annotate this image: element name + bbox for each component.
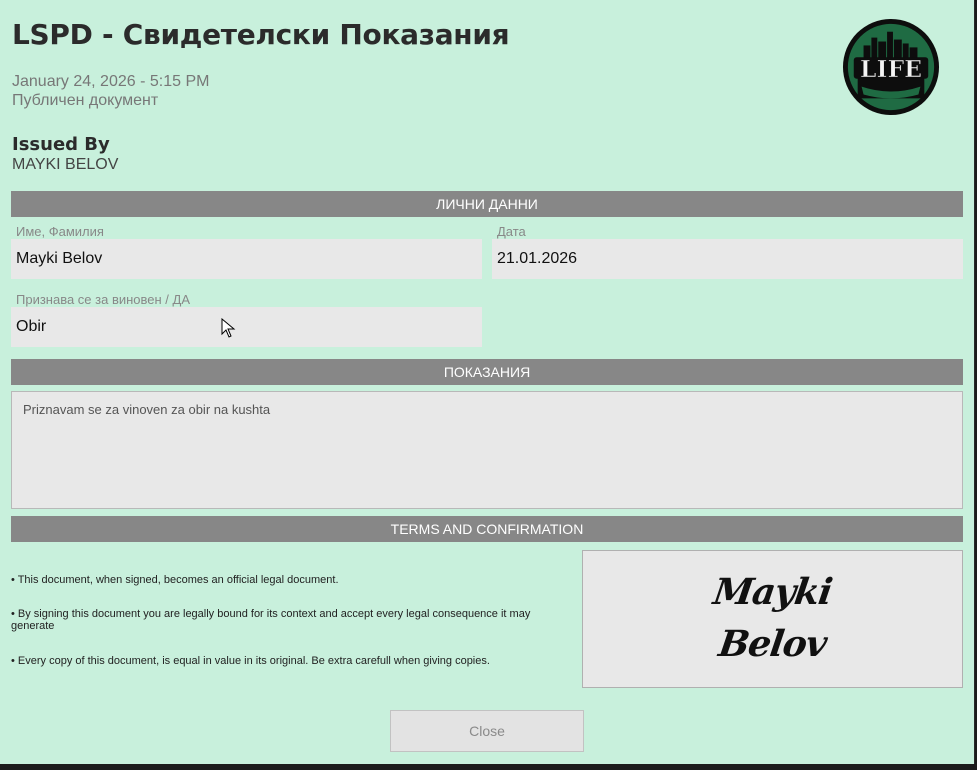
guilty-field-label: Признава се за виновен / ДА: [16, 292, 191, 307]
date-field[interactable]: 21.01.2026: [492, 239, 963, 279]
section-personal-data: ЛИЧНИ ДАННИ: [11, 191, 963, 217]
term-item: • Every copy of this document, is equal …: [11, 655, 490, 667]
term-item: • This document, when signed, becomes an…: [11, 574, 339, 586]
logo-text: LIFE: [860, 55, 922, 83]
guilty-field[interactable]: Obir: [11, 307, 482, 347]
name-field-label: Име, Фамилия: [16, 224, 104, 239]
issued-by-label: Issued By: [12, 134, 110, 155]
document-sheet: LSPD - Свидетелски Показания January 24,…: [0, 0, 975, 764]
life-logo: LIFE: [842, 18, 940, 116]
name-field[interactable]: Mayki Belov: [11, 239, 482, 279]
close-button[interactable]: Close: [390, 710, 584, 752]
issued-by-name: MAYKI BELOV: [12, 156, 119, 173]
document-type: Публичен документ: [12, 92, 159, 109]
signature-first-name: Mayki: [710, 571, 835, 613]
section-terms: TERMS AND CONFIRMATION: [11, 516, 963, 542]
mouse-cursor-icon: [221, 318, 236, 338]
signature-box[interactable]: Mayki Belov: [582, 550, 963, 688]
document-datetime: January 24, 2026 - 5:15 PM: [12, 73, 210, 90]
testimony-textarea[interactable]: Priznavam se za vinoven za obir na kusht…: [11, 391, 963, 509]
term-item: • By signing this document you are legal…: [11, 608, 531, 632]
section-testimony: ПОКАЗАНИЯ: [11, 359, 963, 385]
date-field-label: Дата: [497, 224, 526, 239]
signature-last-name: Belov: [716, 623, 829, 665]
page-title: LSPD - Свидетелски Показания: [12, 18, 510, 51]
